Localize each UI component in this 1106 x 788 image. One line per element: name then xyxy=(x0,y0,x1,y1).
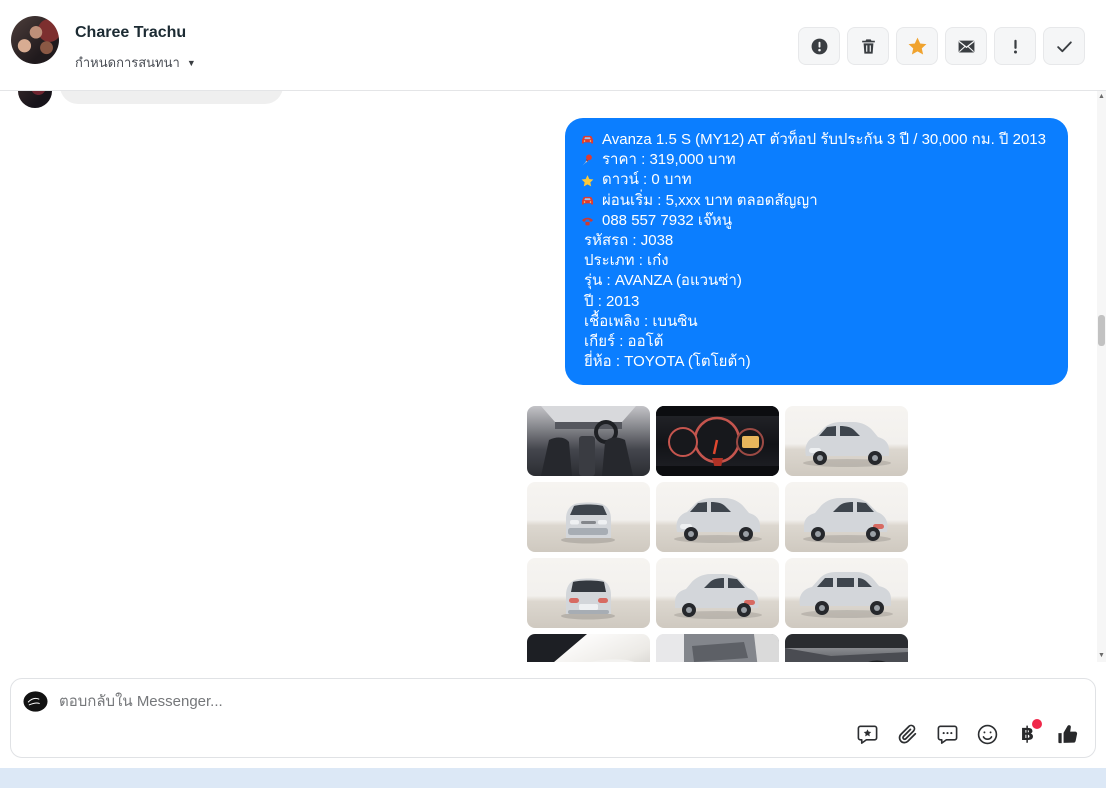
message-line-text: เกียร์ : ออโต้ xyxy=(584,333,664,351)
message-line: รุ่น : AVANZA (อแวนซ่า) xyxy=(580,271,1052,291)
toolbar-important-button[interactable] xyxy=(994,27,1036,65)
conversation-schedule-dropdown[interactable]: กำหนดการสนทนา ▼ xyxy=(75,52,196,73)
toolbar-done-button[interactable] xyxy=(1043,27,1085,65)
message-line: รหัสรถ : J038 xyxy=(580,231,1052,251)
message-line-text: ผ่อนเริ่ม : 5,xxx บาท ตลอดสัญญา xyxy=(602,191,818,209)
scrollbar[interactable]: ▲ ▼ xyxy=(1097,91,1106,662)
composer-saved-replies-button[interactable] xyxy=(854,721,881,748)
photo-side-view[interactable] xyxy=(785,558,908,628)
chat-scroll-area: Avanza 1.5 S (MY12) AT ตัวท็อป รับประกัน… xyxy=(0,91,1106,662)
message-line-text: รุ่น : AVANZA (อแวนซ่า) xyxy=(584,272,742,290)
photo-body-closeup[interactable] xyxy=(527,634,650,662)
thumbs-up-icon xyxy=(1056,723,1079,746)
pin-emoji-icon xyxy=(580,153,597,168)
photo-front-quarter[interactable] xyxy=(785,406,908,476)
incoming-avatar-partial xyxy=(18,91,52,108)
smiley-icon xyxy=(976,723,999,746)
car-emoji-icon xyxy=(580,193,597,208)
composer-attach-button[interactable] xyxy=(894,721,921,748)
outgoing-message-bubble: Avanza 1.5 S (MY12) AT ตัวท็อป รับประกัน… xyxy=(565,118,1068,385)
message-line-text: เชื้อเพลิง : เบนซิน xyxy=(584,312,698,330)
message-line: ปี : 2013 xyxy=(580,292,1052,312)
toolbar-report-button[interactable] xyxy=(798,27,840,65)
composer-payment-button[interactable]: ฿ xyxy=(1014,719,1042,748)
message-line-text: ดาวน์ : 0 บาท xyxy=(602,171,692,189)
toolbar-delete-button[interactable] xyxy=(847,27,889,65)
star-icon xyxy=(907,36,928,57)
photo-rear-quarter-2[interactable] xyxy=(656,558,779,628)
conversation-schedule-label: กำหนดการสนทนา xyxy=(75,55,180,70)
photo-front-quarter-2[interactable] xyxy=(656,482,779,552)
message-line-text: ยี่ห้อ : TOYOTA (โตโยต้า) xyxy=(584,353,751,371)
contact-name: Charee Trachu xyxy=(75,24,187,41)
message-line: ดาวน์ : 0 บาท xyxy=(580,170,1052,190)
car-emoji-icon xyxy=(580,133,597,148)
conversation-header: Charee Trachu กำหนดการสนทนา ▼ xyxy=(0,0,1106,91)
star-emoji-icon xyxy=(580,173,597,188)
scrollbar-thumb[interactable] xyxy=(1098,315,1105,346)
composer-actions: ฿ xyxy=(854,719,1081,748)
message-line-text: ประเภท : เก๋ง xyxy=(584,252,669,270)
message-line-text: 088 557 7932 เจ๊หนู xyxy=(602,211,732,229)
scroll-down-arrow-icon[interactable]: ▼ xyxy=(1097,651,1106,661)
photo-gauge-cluster[interactable] xyxy=(656,406,779,476)
photo-attachment-grid xyxy=(527,406,908,662)
composer-sticker-button[interactable] xyxy=(934,721,961,748)
photo-dash-closeup[interactable] xyxy=(785,634,908,662)
reply-composer: ฿ xyxy=(10,678,1096,758)
photo-rear-quarter[interactable] xyxy=(785,482,908,552)
page-logo-avatar xyxy=(23,689,48,714)
chevron-down-icon: ▼ xyxy=(186,57,196,68)
phone-emoji-icon xyxy=(580,213,597,228)
bottom-strip xyxy=(0,768,1106,788)
photo-interior-dashboard[interactable] xyxy=(527,406,650,476)
photo-rear-view[interactable] xyxy=(527,558,650,628)
conversation-toolbar xyxy=(798,27,1085,65)
comment-dots-icon xyxy=(936,723,959,746)
message-line-text: Avanza 1.5 S (MY12) AT ตัวท็อป รับประกัน… xyxy=(602,131,1046,148)
message-line-text: รหัสรถ : J038 xyxy=(584,232,674,250)
messenger-inbox-page: Charee Trachu กำหนดการสนทนา ▼ Avanza 1.5… xyxy=(0,0,1106,788)
message-line: Avanza 1.5 S (MY12) AT ตัวท็อป รับประกัน… xyxy=(580,130,1052,150)
exclamation-icon xyxy=(1006,37,1025,56)
reply-input[interactable] xyxy=(59,688,759,714)
photo-front-view[interactable] xyxy=(527,482,650,552)
toolbar-star-button[interactable] xyxy=(896,27,938,65)
message-line: 088 557 7932 เจ๊หนู xyxy=(580,211,1052,231)
comment-star-icon xyxy=(856,723,879,746)
composer-emoji-button[interactable] xyxy=(974,721,1001,748)
toolbar-unread-button[interactable] xyxy=(945,27,987,65)
trash-icon xyxy=(859,37,878,56)
message-line: เชื้อเพลิง : เบนซิน xyxy=(580,312,1052,332)
message-line-text: ปี : 2013 xyxy=(584,292,640,310)
message-line-text: ราคา : 319,000 บาท xyxy=(602,151,736,169)
message-line: ยี่ห้อ : TOYOTA (โตโยต้า) xyxy=(580,352,1052,372)
message-line: ประเภท : เก๋ง xyxy=(580,251,1052,271)
message-line: ราคา : 319,000 บาท xyxy=(580,150,1052,170)
envelope-icon xyxy=(957,37,976,56)
contact-avatar[interactable] xyxy=(11,16,59,64)
photo-door-panel[interactable] xyxy=(656,634,779,662)
paperclip-icon xyxy=(896,723,919,746)
message-line: เกียร์ : ออโต้ xyxy=(580,332,1052,352)
notification-dot xyxy=(1032,719,1042,729)
alert-circle-icon xyxy=(810,37,829,56)
incoming-bubble-partial xyxy=(60,91,283,104)
message-line: ผ่อนเริ่ม : 5,xxx บาท ตลอดสัญญา xyxy=(580,191,1052,211)
baht-icon: ฿ xyxy=(1020,723,1035,745)
check-icon xyxy=(1055,37,1074,56)
scroll-up-arrow-icon[interactable]: ▲ xyxy=(1097,92,1106,102)
composer-like-button[interactable] xyxy=(1054,721,1081,748)
